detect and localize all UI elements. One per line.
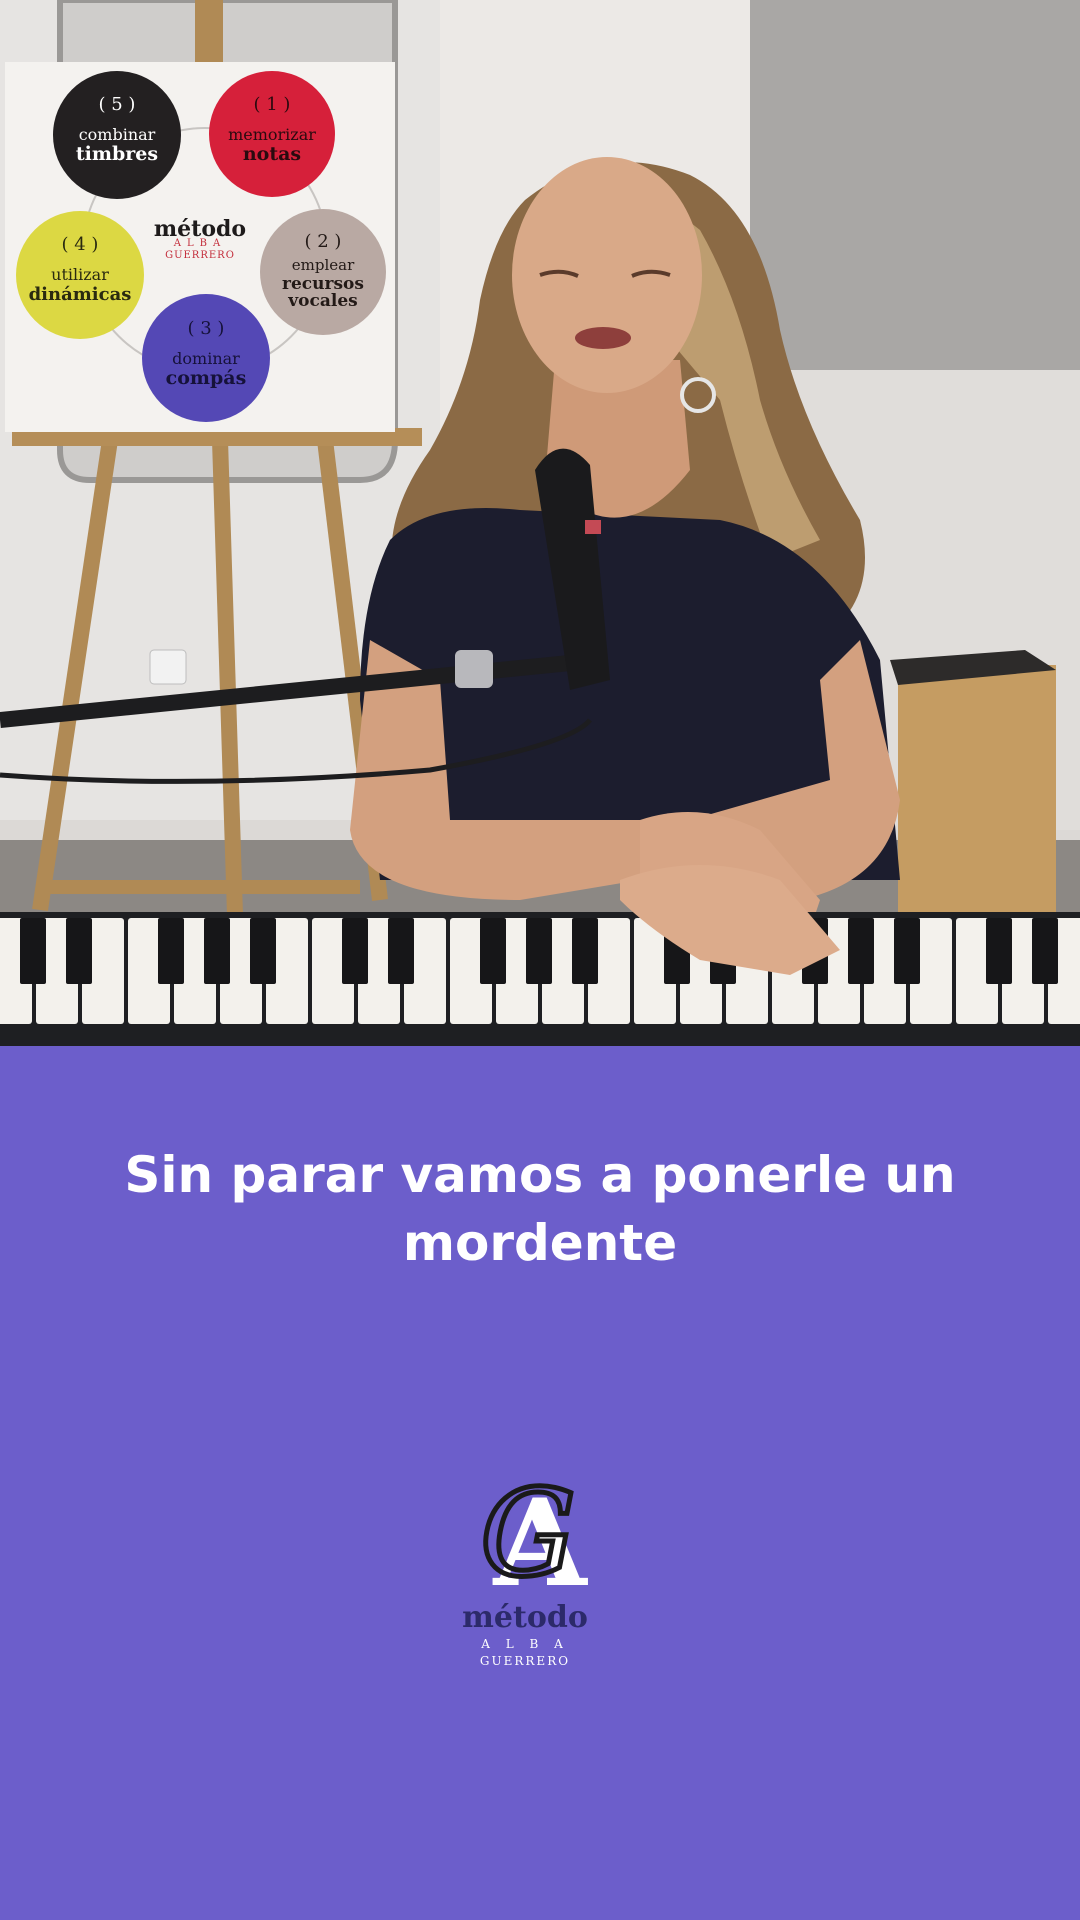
dark-panel bbox=[750, 0, 1080, 370]
circle-2-line3: vocales bbox=[287, 291, 357, 311]
black-key bbox=[986, 918, 1012, 984]
black-key bbox=[526, 918, 552, 984]
circle-3-number: ( 3 ) bbox=[188, 318, 225, 339]
black-key bbox=[848, 918, 874, 984]
black-key bbox=[66, 918, 92, 984]
mic-clip bbox=[455, 650, 493, 688]
black-key bbox=[894, 918, 920, 984]
logo-mark: A G método A L B A GUERRERO bbox=[462, 1463, 588, 1669]
cajon bbox=[898, 665, 1056, 925]
circle-1-line1: memorizar bbox=[228, 125, 316, 144]
mouth bbox=[575, 327, 631, 349]
circle-4-line1: utilizar bbox=[51, 265, 109, 284]
poster-center-sub1: ALBA bbox=[173, 238, 226, 249]
piano-keyboard bbox=[0, 912, 1080, 1046]
poster-circle-1: ( 1 ) memorizar notas bbox=[209, 71, 335, 197]
poster-circle-2: ( 2 ) emplear recursos vocales bbox=[260, 209, 386, 335]
logo-sub2: GUERRERO bbox=[480, 1654, 570, 1668]
circle-4-line2: dinámicas bbox=[29, 284, 132, 305]
black-key bbox=[20, 918, 46, 984]
circle-3-line2: compás bbox=[166, 367, 247, 389]
mic-badge bbox=[585, 520, 601, 534]
caption-text: Sin parar vamos a ponerle un mordente bbox=[80, 1141, 1000, 1277]
logo-letter-g: G bbox=[480, 1465, 576, 1604]
circle-2-line1: emplear bbox=[292, 256, 355, 274]
wall-socket bbox=[149, 649, 187, 685]
poster-circle-3: ( 3 ) dominar compás bbox=[142, 294, 270, 422]
black-key bbox=[342, 918, 368, 984]
caption-line-2: mordente bbox=[402, 1214, 678, 1272]
black-key bbox=[204, 918, 230, 984]
circle-1-number: ( 1 ) bbox=[254, 94, 291, 115]
circle-4-number: ( 4 ) bbox=[62, 234, 99, 255]
circle-5-number: ( 5 ) bbox=[99, 94, 136, 115]
poster-circle-4: ( 4 ) utilizar dinámicas bbox=[16, 211, 144, 339]
easel-top bbox=[195, 0, 223, 70]
poster-center-sub2: GUERRERO bbox=[165, 250, 235, 261]
caption-line-1: Sin parar vamos a ponerle un bbox=[124, 1146, 956, 1204]
circle-2-number: ( 2 ) bbox=[305, 231, 342, 252]
black-key bbox=[1032, 918, 1058, 984]
logo-sub1: A L B A bbox=[480, 1637, 569, 1651]
black-key bbox=[480, 918, 506, 984]
easel-crossbar bbox=[40, 880, 360, 894]
logo-word: método bbox=[462, 1600, 588, 1635]
poster-circle-5: ( 5 ) combinar timbres bbox=[53, 71, 181, 199]
circle-3-line1: dominar bbox=[172, 349, 240, 368]
circle-5-line2: timbres bbox=[76, 143, 158, 165]
video-frame[interactable]: ( 5 ) combinar timbres ( 1 ) memorizar n… bbox=[0, 0, 1080, 1046]
method-poster: ( 5 ) combinar timbres ( 1 ) memorizar n… bbox=[5, 62, 395, 432]
app-screen: ( 5 ) combinar timbres ( 1 ) memorizar n… bbox=[0, 0, 1080, 1920]
brand-logo: A G método A L B A GUERRERO bbox=[440, 1460, 640, 1680]
black-key bbox=[250, 918, 276, 984]
black-key bbox=[572, 918, 598, 984]
black-key bbox=[388, 918, 414, 984]
circle-1-line2: notas bbox=[243, 143, 301, 165]
black-key bbox=[158, 918, 184, 984]
circle-5-line1: combinar bbox=[79, 125, 156, 144]
video-scene: ( 5 ) combinar timbres ( 1 ) memorizar n… bbox=[0, 0, 1080, 1046]
